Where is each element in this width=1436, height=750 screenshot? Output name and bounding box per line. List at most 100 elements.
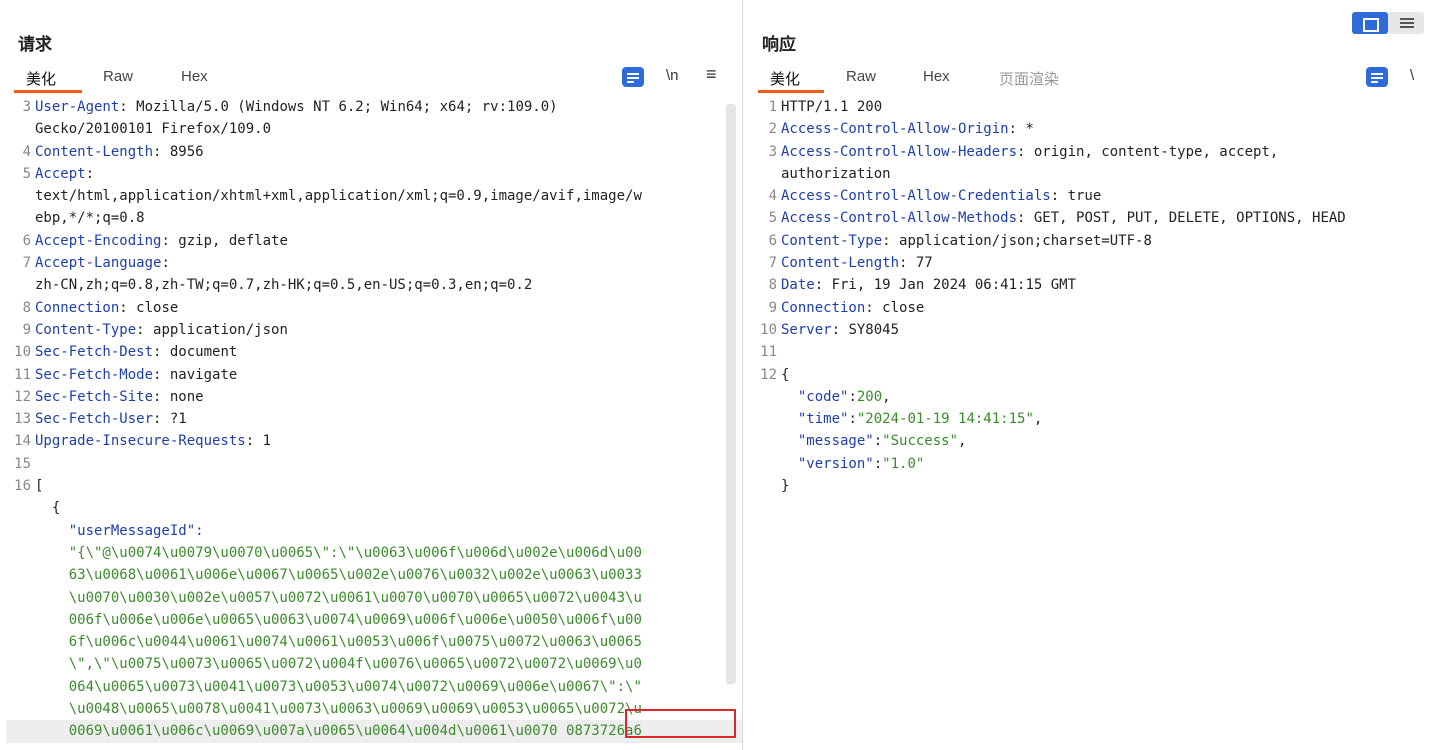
code-line: ebp,*/*;q=0.8	[6, 207, 742, 229]
header-value: SY8045	[848, 322, 899, 338]
line-content: Sec-Fetch-Mode: navigate	[35, 364, 742, 386]
request-scrollbar[interactable]	[726, 104, 736, 684]
line-content: Content-Type: application/json;charset=U…	[781, 230, 1436, 252]
split-view-icon[interactable]	[1352, 12, 1388, 34]
line-content: Server: SY8045	[781, 319, 1436, 341]
json-token: "code"	[798, 389, 849, 405]
line-content: Access-Control-Allow-Origin: *	[781, 118, 1436, 140]
header-value: application/json	[153, 322, 288, 338]
line-number	[752, 475, 781, 497]
line-content: }	[781, 475, 1436, 497]
line-content: [	[35, 475, 742, 497]
code-line: 10Sec-Fetch-Dest: document	[6, 341, 742, 363]
code-line: 12Sec-Fetch-Site: none	[6, 386, 742, 408]
header-separator: :	[136, 322, 153, 338]
header-separator: :	[899, 255, 916, 271]
code-line: 3User-Agent: Mozilla/5.0 (Windows NT 6.2…	[6, 96, 742, 118]
header-value: origin, content-type, accept,	[1034, 144, 1278, 160]
header-value: ebp,*/*;q=0.8	[35, 210, 145, 226]
code-line: 2Access-Control-Allow-Origin: *	[752, 118, 1436, 140]
line-content: \",\"\u0075\u0073\u0065\u0072\u004f\u007…	[35, 653, 742, 675]
line-content: 6f\u006c\u0044\u0061\u0074\u0061\u0053\u…	[35, 631, 742, 653]
line-number: 12	[6, 386, 35, 408]
json-token: :	[848, 411, 856, 427]
tab-pretty[interactable]: 美化	[770, 68, 800, 89]
header-value: HTTP/1.1 200	[781, 99, 882, 115]
json-token: 6f\u006c\u0044\u0061\u0074\u0061\u0053\u…	[69, 634, 642, 650]
response-editor[interactable]: 1HTTP/1.1 2002Access-Control-Allow-Origi…	[752, 96, 1436, 750]
line-number: 9	[752, 297, 781, 319]
newline-toggle-button[interactable]: \n	[666, 67, 679, 84]
code-line: 13Sec-Fetch-User: ?1	[6, 408, 742, 430]
indent	[35, 590, 69, 606]
header-value: navigate	[170, 367, 237, 383]
json-token: }	[781, 478, 789, 494]
line-content: "{\"@\u0074\u0079\u0070\u0065\":\"\u0063…	[35, 542, 742, 564]
header-name: Accept-Encoding	[35, 233, 161, 249]
header-value: ?1	[170, 411, 187, 427]
code-line: 6Content-Type: application/json;charset=…	[752, 230, 1436, 252]
line-number: 7	[6, 252, 35, 274]
header-separator: :	[1017, 144, 1034, 160]
header-name: User-Agent	[35, 99, 119, 115]
line-content: ebp,*/*;q=0.8	[35, 207, 742, 229]
line-content: HTTP/1.1 200	[781, 96, 1436, 118]
line-number	[6, 631, 35, 653]
line-content: Content-Length: 77	[781, 252, 1436, 274]
line-number	[752, 453, 781, 475]
code-line: 5Accept:	[6, 163, 742, 185]
code-line: text/html,application/xhtml+xml,applicat…	[6, 185, 742, 207]
active-tab-indicator	[14, 90, 82, 93]
header-name: Sec-Fetch-Dest	[35, 344, 153, 360]
line-number	[6, 542, 35, 564]
header-name: Content-Type	[781, 233, 882, 249]
tab-raw[interactable]: Raw	[103, 68, 133, 85]
code-line: 9Connection: close	[752, 297, 1436, 319]
indent	[781, 433, 798, 449]
json-token: ,	[958, 433, 966, 449]
stacked-view-icon[interactable]	[1388, 12, 1424, 34]
indent	[35, 523, 69, 539]
code-line: 15	[6, 453, 742, 475]
indent	[781, 389, 798, 405]
text-wrap-icon[interactable]	[1366, 67, 1388, 87]
line-content: Upgrade-Insecure-Requests: 1	[35, 430, 742, 452]
indent	[35, 545, 69, 561]
tab-pretty[interactable]: 美化	[26, 68, 56, 89]
header-separator: :	[1017, 210, 1034, 226]
indent	[35, 679, 69, 695]
line-content: 064\u0065\u0073\u0041\u0073\u0053\u0074\…	[35, 676, 742, 698]
tab-hex[interactable]: Hex	[923, 68, 950, 85]
header-name: Content-Length	[35, 144, 153, 160]
indent	[35, 701, 69, 717]
line-content	[781, 341, 1436, 363]
response-tabs: 美化 Raw Hex 页面渲染	[746, 66, 1436, 92]
code-line: 6f\u006c\u0044\u0061\u0074\u0061\u0053\u…	[6, 631, 742, 653]
line-number	[6, 185, 35, 207]
line-number	[6, 564, 35, 586]
line-content	[35, 453, 742, 475]
newline-toggle-button[interactable]: \	[1410, 67, 1414, 84]
json-token: \u0070\u0030\u002e\u0057\u0072\u0061\u00…	[69, 590, 642, 606]
indent	[35, 656, 69, 672]
request-editor[interactable]: 3User-Agent: Mozilla/5.0 (Windows NT 6.2…	[6, 96, 742, 750]
menu-icon[interactable]: ≡	[706, 64, 717, 85]
indent	[35, 567, 69, 583]
header-separator: :	[153, 144, 170, 160]
header-value: {	[781, 367, 789, 383]
header-value: 1	[263, 433, 271, 449]
header-separator: :	[153, 389, 170, 405]
line-number: 16	[6, 475, 35, 497]
text-wrap-icon[interactable]	[622, 67, 644, 87]
header-separator: :	[153, 367, 170, 383]
line-content: "message":"Success",	[781, 430, 1436, 452]
tab-render[interactable]: 页面渲染	[999, 68, 1059, 89]
header-value: authorization	[781, 166, 891, 182]
tab-hex[interactable]: Hex	[181, 68, 208, 85]
line-number: 7	[752, 252, 781, 274]
tab-raw[interactable]: Raw	[846, 68, 876, 85]
line-content: {	[781, 364, 1436, 386]
header-name: Server	[781, 322, 832, 338]
line-number	[6, 587, 35, 609]
json-token: "userMessageId":	[69, 523, 204, 539]
